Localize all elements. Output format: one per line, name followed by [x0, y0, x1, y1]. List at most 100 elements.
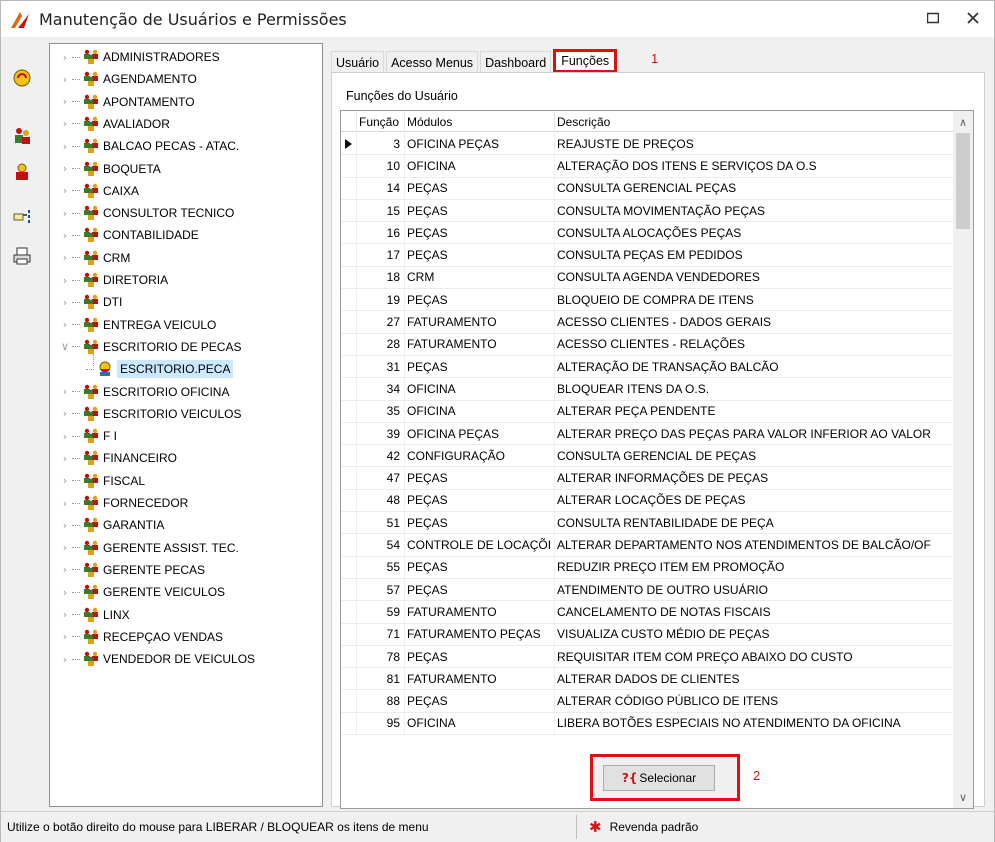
- table-row[interactable]: 55 PEÇAS REDUZIR PREÇO ITEM EM PROMOÇÃO: [341, 556, 953, 579]
- tree-item-group[interactable]: › CONTABILIDADE: [58, 224, 199, 246]
- expand-chevron-right-icon[interactable]: ›: [58, 653, 72, 666]
- tree-item-group[interactable]: › ENTREGA VEICULO: [58, 314, 216, 336]
- tab-usuario[interactable]: Usuário: [331, 51, 385, 73]
- table-row[interactable]: 88 PEÇAS ALTERAR CÓDIGO PÚBLICO DE ITENS: [341, 690, 953, 713]
- tree-item-group[interactable]: › CONSULTOR TECNICO: [58, 202, 234, 224]
- tree-item-group[interactable]: › ADMINISTRADORES: [58, 46, 220, 68]
- table-row[interactable]: 42 CONFIGURAÇÃO CONSULTA GERENCIAL DE PEÇA…: [341, 445, 953, 468]
- table-row[interactable]: 19 PEÇAS BLOQUEIO DE COMPRA DE ITENS: [341, 289, 953, 312]
- tab-funcoes[interactable]: Funções: [553, 49, 618, 73]
- table-row[interactable]: 59 FATURAMENTO CANCELAMENTO DE NOTAS FISCA…: [341, 601, 953, 624]
- table-row[interactable]: 35 OFICINA ALTERAR PEÇA PENDENTE: [341, 400, 953, 423]
- scroll-down-arrow-icon[interactable]: ∨: [953, 788, 973, 806]
- expand-chevron-right-icon[interactable]: ›: [58, 51, 72, 64]
- table-row[interactable]: 78 PEÇAS REQUISITAR ITEM COM PREÇO ABAIXO …: [341, 645, 953, 669]
- tree-item-group[interactable]: › BALCAO PECAS - ATAC.: [58, 135, 239, 157]
- column-header-funcao[interactable]: Função: [357, 111, 405, 132]
- column-header-modulos[interactable]: Módulos: [405, 111, 555, 132]
- expand-chevron-right-icon[interactable]: ›: [58, 162, 72, 175]
- pointer-list-button[interactable]: [9, 203, 35, 229]
- expand-chevron-right-icon[interactable]: ›: [58, 95, 72, 108]
- table-row[interactable]: 31 PEÇAS ALTERAÇÃO DE TRANSAÇÃO BALCÃO: [341, 356, 953, 379]
- tree-item-group[interactable]: › GERENTE ASSIST. TEC.: [58, 537, 239, 559]
- tree-item-group[interactable]: › RECEPÇAO VENDAS: [58, 626, 223, 648]
- tree-item-group[interactable]: › GERENTE PECAS: [58, 559, 205, 581]
- expand-chevron-right-icon[interactable]: ›: [58, 608, 72, 621]
- tree-item-group[interactable]: › CAIXA: [58, 180, 139, 202]
- expand-chevron-right-icon[interactable]: ›: [58, 452, 72, 465]
- functions-grid[interactable]: Função Módulos Descrição 3 OFICINA PEÇAS R…: [340, 110, 974, 809]
- expand-chevron-right-icon[interactable]: ›: [58, 229, 72, 242]
- close-button[interactable]: [962, 7, 984, 29]
- tree-item-group[interactable]: › VENDEDOR DE VEICULOS: [58, 648, 255, 670]
- tree-item-group[interactable]: ∨ ESCRITORIO DE PECAS: [58, 336, 241, 358]
- scroll-up-arrow-icon[interactable]: ∧: [953, 113, 973, 131]
- table-row[interactable]: 27 FATURAMENTO ACESSO CLIENTES - DADOS GER…: [341, 311, 953, 334]
- expand-chevron-right-icon[interactable]: ›: [58, 73, 72, 86]
- maximize-button[interactable]: [922, 7, 944, 29]
- table-row[interactable]: 18 CRM CONSULTA AGENDA VENDEDORES: [341, 266, 953, 290]
- expand-chevron-right-icon[interactable]: ›: [58, 563, 72, 576]
- tree-item-group[interactable]: › AGENDAMENTO: [58, 68, 197, 90]
- column-header-descricao[interactable]: Descrição: [555, 111, 953, 132]
- tree-item-group[interactable]: › DIRETORIA: [58, 269, 168, 291]
- tree-item-group[interactable]: › FINANCEIRO: [58, 447, 177, 469]
- tree-item-group[interactable]: › GARANTIA: [58, 514, 164, 536]
- table-row[interactable]: 57 PEÇAS ATENDIMENTO DE OUTRO USUÁRIO: [341, 579, 953, 602]
- table-row[interactable]: 81 FATURAMENTO ALTERAR DADOS DE CLIENTES: [341, 668, 953, 691]
- table-row[interactable]: 14 PEÇAS CONSULTA GERENCIAL PEÇAS: [341, 177, 953, 200]
- expand-chevron-right-icon[interactable]: ›: [58, 407, 72, 420]
- user-action-button[interactable]: [9, 65, 35, 91]
- scroll-thumb[interactable]: [956, 133, 970, 229]
- grid-vertical-scrollbar[interactable]: ∧ ∨: [953, 111, 973, 808]
- table-row[interactable]: 16 PEÇAS CONSULTA ALOCAÇÕES PEÇAS: [341, 222, 953, 245]
- expand-chevron-right-icon[interactable]: ›: [58, 474, 72, 487]
- expand-chevron-right-icon[interactable]: ›: [58, 251, 72, 264]
- expand-chevron-right-icon[interactable]: ›: [58, 296, 72, 309]
- tree-item-group[interactable]: › FISCAL: [58, 470, 145, 492]
- tree-item-group[interactable]: › AVALIADOR: [58, 113, 170, 135]
- tree-item-group[interactable]: › FORNECEDOR: [58, 492, 188, 514]
- table-row[interactable]: 34 OFICINA BLOQUEAR ITENS DA O.S.: [341, 378, 953, 401]
- tab-dashboard[interactable]: Dashboard: [480, 51, 552, 73]
- tree-item-group[interactable]: › APONTAMENTO: [58, 91, 195, 113]
- table-row[interactable]: 71 FATURAMENTO PEÇAS VISUALIZA CUSTO MÉDIO…: [341, 623, 953, 646]
- expand-chevron-right-icon[interactable]: ›: [58, 318, 72, 331]
- expand-chevron-down-icon[interactable]: ∨: [58, 340, 72, 353]
- expand-chevron-right-icon[interactable]: ›: [58, 140, 72, 153]
- expand-chevron-right-icon[interactable]: ›: [58, 184, 72, 197]
- tree-item-group[interactable]: › ESCRITORIO OFICINA: [58, 381, 229, 403]
- table-row[interactable]: 95 OFICINA LIBERA BOTÕES ESPECIAIS NO ATEN…: [341, 712, 953, 736]
- expand-chevron-right-icon[interactable]: ›: [58, 430, 72, 443]
- expand-chevron-right-icon[interactable]: ›: [58, 385, 72, 398]
- tree-item-group[interactable]: › LINX: [58, 604, 130, 626]
- tab-acesso-menus[interactable]: Acesso Menus: [386, 51, 479, 73]
- expand-chevron-right-icon[interactable]: ›: [58, 541, 72, 554]
- table-row[interactable]: 39 OFICINA PEÇAS ALTERAR PREÇO DAS PEÇAS P…: [341, 422, 953, 446]
- table-row[interactable]: 17 PEÇAS CONSULTA PEÇAS EM PEDIDOS: [341, 244, 953, 267]
- expand-chevron-right-icon[interactable]: ›: [58, 207, 72, 220]
- table-row[interactable]: 51 PEÇAS CONSULTA RENTABILIDADE DE PEÇA: [341, 512, 953, 535]
- table-row[interactable]: 10 OFICINA ALTERAÇÃO DOS ITENS E SERVIÇOS …: [341, 155, 953, 178]
- user-permission-button[interactable]: [9, 159, 35, 185]
- tree-item-group[interactable]: › BOQUETA: [58, 158, 161, 180]
- table-row[interactable]: 48 PEÇAS ALTERAR LOCAÇÕES DE PEÇAS: [341, 489, 953, 513]
- expand-chevron-right-icon[interactable]: ›: [58, 274, 72, 287]
- select-button[interactable]: ?{ Selecionar: [603, 765, 715, 791]
- group-users-button[interactable]: [9, 123, 35, 149]
- user-group-tree[interactable]: › ADMINISTRADORES › AGENDAMENTO › APONTAMENTO…: [49, 43, 323, 807]
- tree-item-group[interactable]: › CRM: [58, 247, 130, 269]
- table-row[interactable]: 28 FATURAMENTO ACESSO CLIENTES - RELAÇÕES: [341, 333, 953, 356]
- expand-chevron-right-icon[interactable]: ›: [58, 519, 72, 532]
- tree-item-group[interactable]: › ESCRITORIO VEICULOS: [58, 403, 241, 425]
- tree-item-group[interactable]: › F I: [58, 425, 117, 447]
- table-row[interactable]: 3 OFICINA PEÇAS REAJUSTE DE PREÇOS: [341, 133, 953, 156]
- print-button[interactable]: [9, 243, 35, 269]
- expand-chevron-right-icon[interactable]: ›: [58, 117, 72, 130]
- table-row[interactable]: 54 CONTROLE DE LOCAÇÕI ALTERAR DEPARTAMENT…: [341, 534, 953, 557]
- expand-chevron-right-icon[interactable]: ›: [58, 497, 72, 510]
- expand-chevron-right-icon[interactable]: ›: [58, 586, 72, 599]
- table-row[interactable]: 15 PEÇAS CONSULTA MOVIMENTAÇÃO PEÇAS: [341, 199, 953, 223]
- tree-item-group[interactable]: › DTI: [58, 291, 122, 313]
- tree-item-group[interactable]: › GERENTE VEICULOS: [58, 581, 225, 603]
